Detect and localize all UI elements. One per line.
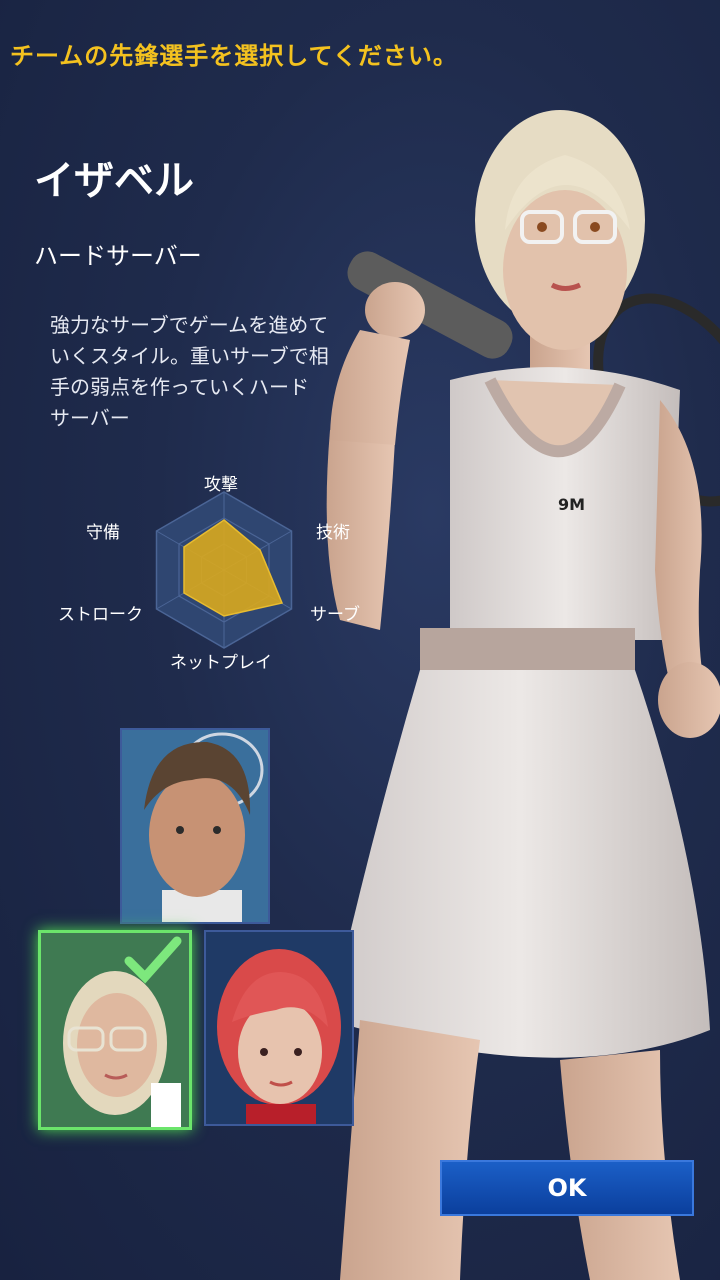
player-card-red-hair[interactable]	[204, 930, 354, 1126]
radar-label-stroke: ストローク	[58, 605, 143, 625]
player-card-male[interactable]	[120, 728, 270, 924]
stats-radar: 攻撃 技術 サーブ ネットプレイ ストローク 守備	[50, 462, 380, 674]
radar-label-attack: 攻撃	[204, 475, 238, 495]
radar-label-serve: サーブ	[310, 605, 360, 625]
radar-label-netplay: ネットプレイ	[170, 653, 272, 673]
ok-button[interactable]: OK	[440, 1160, 694, 1216]
description-line: いくスタイル。重いサーブで相	[50, 344, 329, 368]
description-line: 手の弱点を作っていくハード	[50, 375, 309, 399]
radar-label-defense: 守備	[86, 523, 120, 543]
instruction-text: チームの先鋒選手を選択してください。	[10, 42, 458, 70]
male-portrait	[122, 730, 268, 922]
player-name: イザベル	[34, 158, 194, 204]
radar-label-technique: 技術	[316, 523, 350, 543]
red-hair-portrait	[206, 932, 352, 1124]
description-line: 強力なサーブでゲームを進めて	[50, 313, 329, 337]
selected-check-icon	[124, 936, 182, 984]
player-description: 強力なサーブでゲームを進めて いくスタイル。重いサーブで相 手の弱点を作っていく…	[50, 310, 380, 434]
svg-text:9M: 9M	[558, 495, 585, 514]
player-illustration: 9M	[326, 110, 720, 1280]
description-line: サーバー	[50, 406, 130, 430]
player-role: ハードサーバー	[34, 242, 202, 270]
player-card-isabel[interactable]	[38, 930, 192, 1130]
